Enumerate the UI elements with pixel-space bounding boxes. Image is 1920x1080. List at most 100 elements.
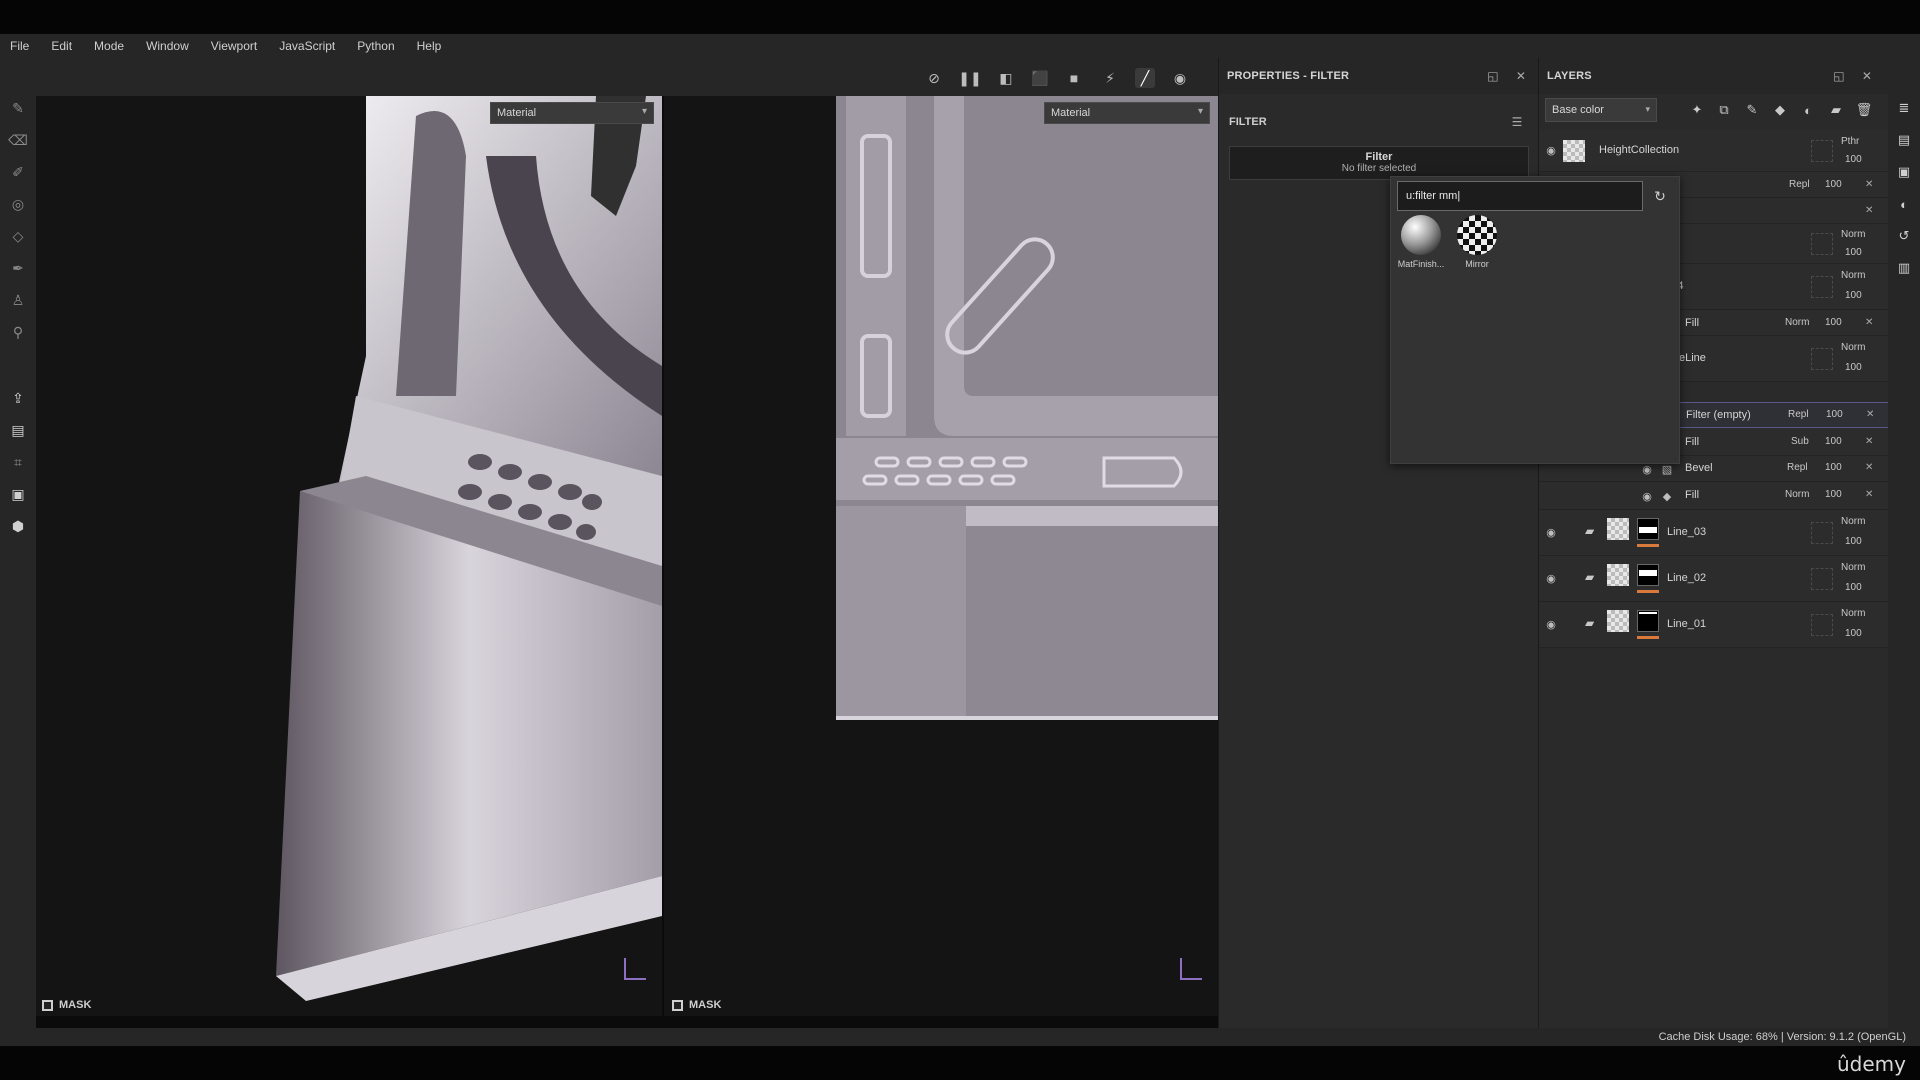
cube-view-icon[interactable]: ⬛ (1030, 68, 1050, 88)
add-effect-icon[interactable]: ✦ (1687, 100, 1707, 120)
opacity-value[interactable]: 100 (1825, 317, 1842, 328)
blend-mode[interactable]: Sub (1791, 436, 1809, 447)
opacity-value[interactable]: 100 (1845, 536, 1862, 547)
symmetry-icon[interactable]: ⚡ (1100, 68, 1120, 88)
remove-icon[interactable]: ✕ (1865, 489, 1873, 500)
display-icon[interactable]: ▣ (8, 484, 28, 504)
remove-icon[interactable]: ✕ (1866, 409, 1874, 420)
channel-dropdown[interactable]: Base color ▾ (1545, 98, 1657, 122)
opacity-value[interactable]: 100 (1845, 290, 1862, 301)
remove-icon[interactable]: ✕ (1865, 179, 1873, 190)
layer-row[interactable]: ◉ ◆ Fill Norm 100 ✕ (1539, 482, 1889, 510)
opacity-value[interactable]: 100 (1845, 362, 1862, 373)
menu-python[interactable]: Python (357, 39, 394, 53)
maximize-icon[interactable]: ◱ (1485, 68, 1501, 84)
result-mirror[interactable]: Mirror (1451, 215, 1503, 269)
menu-file[interactable]: File (10, 39, 29, 53)
clone-stamp-icon[interactable]: ♙ (8, 290, 28, 310)
opacity-value[interactable]: 100 (1825, 462, 1842, 473)
blend-mode[interactable]: Norm (1841, 270, 1865, 281)
add-folder-icon[interactable]: ▰ (1826, 100, 1846, 120)
opacity-value[interactable]: 100 (1825, 489, 1842, 500)
split-view-icon[interactable]: ◧ (996, 68, 1016, 88)
blend-mode[interactable]: Norm (1785, 489, 1809, 500)
uv-icon[interactable]: ⌗ (8, 452, 28, 472)
projection-icon[interactable]: ✐ (8, 162, 28, 182)
opacity-value[interactable]: 100 (1826, 409, 1843, 420)
blend-mode[interactable]: Repl (1788, 409, 1809, 420)
layers-stack-icon[interactable]: ≣ (1896, 100, 1912, 116)
camera-icon[interactable]: ■ (1064, 68, 1084, 88)
mask-checkbox[interactable] (672, 999, 683, 1011)
color-picker-icon[interactable]: ⚲ (8, 322, 28, 342)
close-icon[interactable]: ✕ (1859, 68, 1875, 84)
blend-mode[interactable]: Pthr (1841, 136, 1859, 147)
layer-row[interactable]: ◉ ▰ Line_02 Norm 100 (1539, 556, 1889, 602)
blend-mode[interactable]: Repl (1787, 462, 1808, 473)
maximize-icon[interactable]: ◱ (1831, 68, 1847, 84)
polygon-fill-icon[interactable]: ◇ (8, 226, 28, 246)
smudge-icon[interactable]: ✒ (8, 258, 28, 278)
filter-slot[interactable]: Filter No filter selected (1229, 146, 1529, 180)
material-dropdown-3d[interactable]: Material ▾ (490, 102, 654, 124)
pause-icon[interactable]: ❚❚ (958, 68, 981, 88)
remove-icon[interactable]: ✕ (1865, 462, 1873, 473)
mask-toggle-3d[interactable]: MASK (36, 994, 91, 1016)
eye-icon[interactable]: ◉ (1639, 488, 1655, 504)
menu-help[interactable]: Help (417, 39, 442, 53)
eraser-icon[interactable]: ⌫ (8, 130, 28, 150)
settings-cube-icon[interactable]: ⬢ (8, 516, 28, 536)
mask-checkbox[interactable] (42, 999, 53, 1011)
delete-layer-icon[interactable]: 🗑 (1854, 100, 1874, 120)
layer-row[interactable]: ◉ ▰ Line_03 Norm 100 (1539, 510, 1889, 556)
eye-icon[interactable]: ◉ (1543, 616, 1559, 632)
blend-mode[interactable]: Norm (1841, 516, 1865, 527)
opacity-value[interactable]: 100 (1825, 179, 1842, 190)
close-icon[interactable]: ✕ (1513, 68, 1529, 84)
add-smart-material-icon[interactable]: ◐ (1798, 100, 1818, 120)
history-icon[interactable]: ↺ (1896, 228, 1912, 244)
blend-mode[interactable]: Norm (1841, 562, 1865, 573)
blend-mode[interactable]: Norm (1841, 342, 1865, 353)
viewport-3d[interactable]: Material ▾ MASK (36, 96, 662, 1016)
display-settings-icon[interactable]: ▣ (1896, 164, 1912, 180)
remove-icon[interactable]: ✕ (1865, 205, 1873, 216)
add-fill-layer-icon[interactable]: ◆ (1770, 100, 1790, 120)
paint-brush-icon[interactable]: ✎ (8, 98, 28, 118)
menu-window[interactable]: Window (146, 39, 189, 53)
log-icon[interactable]: ▥ (1896, 260, 1912, 276)
screenshot-icon[interactable]: ◉ (1170, 68, 1190, 88)
layer-row[interactable]: ◉ HeightCollection Pthr 100 (1539, 130, 1889, 172)
menu-edit[interactable]: Edit (51, 39, 72, 53)
mask-toggle-2d[interactable]: MASK (666, 994, 721, 1016)
refresh-icon[interactable]: ↻ (1651, 187, 1669, 205)
add-mask-icon[interactable]: ⧉ (1714, 100, 1734, 120)
opacity-value[interactable]: 100 (1845, 582, 1862, 593)
blend-mode[interactable]: Repl (1789, 179, 1810, 190)
blend-mode[interactable]: Norm (1841, 229, 1865, 240)
remove-icon[interactable]: ✕ (1865, 436, 1873, 447)
texture-set-icon[interactable]: ▤ (1896, 132, 1912, 148)
bake-icon[interactable]: ▤ (8, 420, 28, 440)
remove-icon[interactable]: ✕ (1865, 317, 1873, 328)
eye-icon[interactable]: ◉ (1543, 570, 1559, 586)
material-dropdown-2d[interactable]: Material ▾ (1044, 102, 1210, 124)
opacity-value[interactable]: 100 (1845, 247, 1862, 258)
add-paint-layer-icon[interactable]: ✎ (1742, 100, 1762, 120)
menu-lines-icon[interactable]: ☰ (1509, 114, 1525, 130)
blend-mode[interactable]: Norm (1841, 608, 1865, 619)
geometry-fill-icon[interactable]: ◎ (8, 194, 28, 214)
export-icon[interactable]: ⇪ (8, 388, 28, 408)
result-matfinish[interactable]: MatFinish... (1395, 215, 1447, 269)
menu-mode[interactable]: Mode (94, 39, 124, 53)
hide-icon[interactable]: ⊘ (924, 68, 944, 88)
menu-viewport[interactable]: Viewport (211, 39, 257, 53)
eye-icon[interactable]: ◉ (1543, 142, 1559, 158)
layer-row[interactable]: ◉ ▰ Line_01 Norm 100 (1539, 602, 1889, 648)
opacity-value[interactable]: 100 (1845, 628, 1862, 639)
viewport-2d[interactable]: Material ▾ MASK (664, 96, 1218, 1016)
blend-mode[interactable]: Norm (1785, 317, 1809, 328)
eye-icon[interactable]: ◉ (1543, 524, 1559, 540)
filter-search-input[interactable] (1397, 181, 1643, 211)
opacity-value[interactable]: 100 (1825, 436, 1842, 447)
